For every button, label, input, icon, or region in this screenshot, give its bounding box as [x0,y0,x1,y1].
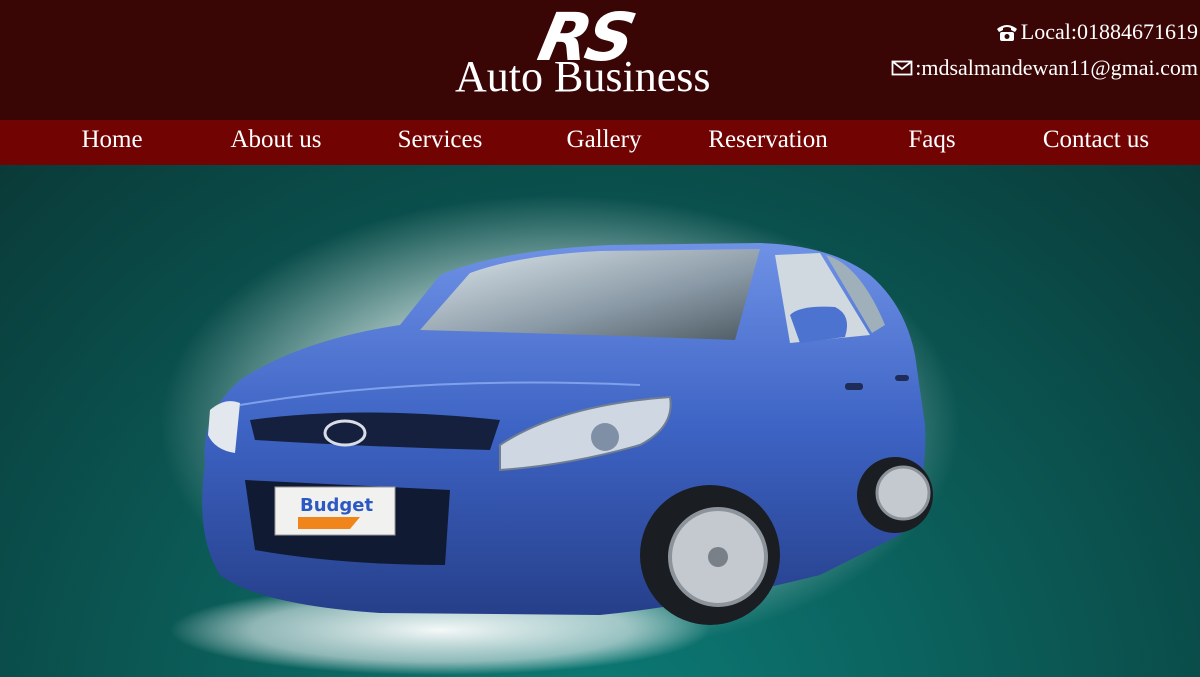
email-address[interactable]: :mdsalmandewan11@gmai.com [915,54,1198,82]
car-mirror [790,306,848,343]
nav-home[interactable]: Home [30,120,194,165]
nav-gallery[interactable]: Gallery [522,120,686,165]
nav-reservation[interactable]: Reservation [686,120,850,165]
main-nav: Home About us Services Gallery Reservati… [0,120,1200,165]
headlight-lens [591,423,619,451]
nav-faqs[interactable]: Faqs [850,120,1014,165]
plate-text: Budget [300,495,374,516]
nav-about-us[interactable]: About us [194,120,358,165]
nav-services[interactable]: Services [358,120,522,165]
phone-icon [995,22,1019,42]
door-handle-front [845,383,863,390]
plate-stripe [298,517,360,529]
logo-name[interactable]: Auto Business [455,52,745,102]
contact-email: :mdsalmandewan11@gmai.com [891,54,1198,82]
site-header: RS Auto Business Local:01884671619 :mdsa… [0,0,1200,120]
door-handle-rear [895,375,909,381]
front-hub-center [708,547,728,567]
nav-contact-us[interactable]: Contact us [1014,120,1178,165]
rear-hubcap [875,465,931,521]
phone-number[interactable]: Local:01884671619 [1021,18,1198,46]
contact-phone: Local:01884671619 [995,18,1198,46]
envelope-icon [891,60,913,76]
car-illustration: Budget [160,195,960,675]
hero-banner: Budget [0,165,1200,677]
